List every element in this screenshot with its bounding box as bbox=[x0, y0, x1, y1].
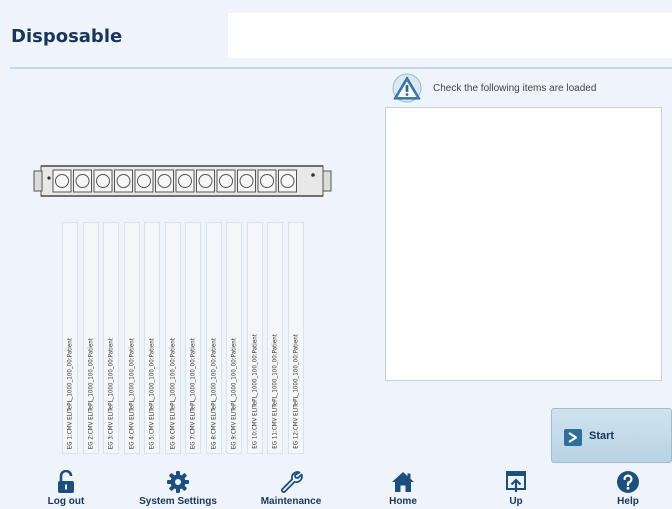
slot-label-text: EG 12:CMV ELITePL_1000_100_00:Patient bbox=[292, 334, 299, 449]
home-icon bbox=[392, 472, 414, 492]
slot-label-column: EG 9:CMV ELITePL_1000_100_00:Patient bbox=[226, 222, 242, 454]
up-button[interactable]: Up bbox=[498, 470, 534, 509]
slot-label-column: EG 2:CMV ELITePL_1000_100_00:Patient bbox=[82, 222, 99, 454]
slot-label-text: EG 10:CMV ELITePL_1000_100_00:Patient bbox=[251, 334, 258, 449]
cartridge-rack-diagram bbox=[33, 165, 332, 197]
slot-label-text: EG 11:CMV ELITePL_1000_100_00:Patient bbox=[271, 334, 279, 449]
unlock-icon bbox=[58, 470, 74, 493]
slot-label-text: EG 7:CMV ELITePL_1000_100_00:Patient bbox=[189, 337, 197, 449]
warning-icon bbox=[392, 73, 422, 103]
slot-label-column: EG 5:CMV ELITePL_1000_100_00:Patient bbox=[144, 222, 160, 454]
logout-button[interactable]: Log out bbox=[38, 470, 94, 509]
slot-label-text: EG 4:CMV ELITePL_1000_100_00:Patient bbox=[128, 337, 135, 449]
slot-label-column: EG 12:CMV ELITePL_1000_100_00:Patient bbox=[287, 222, 304, 454]
slot-label-text: EG 9:CMV ELITePL_1000_100_00:Patient bbox=[230, 337, 238, 449]
play-icon bbox=[564, 429, 582, 446]
slot-label-text: EG 8:CMV ELITePL_1000_100_00:Patient bbox=[210, 337, 217, 449]
page-title: Disposable bbox=[11, 26, 123, 47]
window-up-icon bbox=[506, 471, 526, 492]
home-button[interactable]: Home bbox=[383, 470, 423, 509]
slot-label-column: EG 6:CMV ELITePL_1000_100_00:Patient bbox=[164, 222, 181, 454]
slot-label-text: EG 3:CMV ELITePL_1000_100_00:Patient bbox=[107, 337, 115, 449]
help-icon bbox=[617, 471, 639, 493]
maintenance-button[interactable]: Maintenance bbox=[251, 470, 331, 509]
start-button[interactable]: Start bbox=[551, 408, 672, 463]
slot-label-column: EG 10:CMV ELITePL_1000_100_00:Patient bbox=[246, 222, 263, 454]
loaded-items-list[interactable] bbox=[385, 107, 662, 381]
check-items-message: Check the following items are loaded bbox=[433, 83, 597, 94]
system-settings-button[interactable]: System Settings bbox=[128, 470, 228, 509]
gear-icon bbox=[167, 471, 189, 493]
slot-label-text: EG 1:CMV ELITePL_1000_100_00:Patient bbox=[66, 337, 74, 449]
slot-label-column: EG 1:CMV ELITePL_1000_100_00:Patient bbox=[62, 222, 78, 454]
slot-label-column: EG 7:CMV ELITePL_1000_100_00:Patient bbox=[185, 222, 201, 454]
help-button[interactable]: Help bbox=[610, 470, 646, 509]
wrench-icon bbox=[281, 471, 303, 493]
slot-label-text: EG 5:CMV ELITePL_1000_100_00:Patient bbox=[148, 337, 156, 449]
slot-label-column: EG 11:CMV ELITePL_1000_100_00:Patient bbox=[267, 222, 283, 454]
slot-label-column: EG 3:CMV ELITePL_1000_100_00:Patient bbox=[103, 222, 119, 454]
slot-label-column: EG 8:CMV ELITePL_1000_100_00:Patient bbox=[205, 222, 222, 454]
header-divider bbox=[10, 67, 672, 69]
start-label: Start bbox=[589, 430, 615, 442]
slot-label-text: EG 6:CMV ELITePL_1000_100_00:Patient bbox=[169, 337, 176, 449]
slot-label-column: EG 4:CMV ELITePL_1000_100_00:Patient bbox=[123, 222, 140, 454]
header-blank-area bbox=[228, 13, 672, 58]
slot-label-text: EG 2:CMV ELITePL_1000_100_00:Patient bbox=[87, 337, 94, 449]
